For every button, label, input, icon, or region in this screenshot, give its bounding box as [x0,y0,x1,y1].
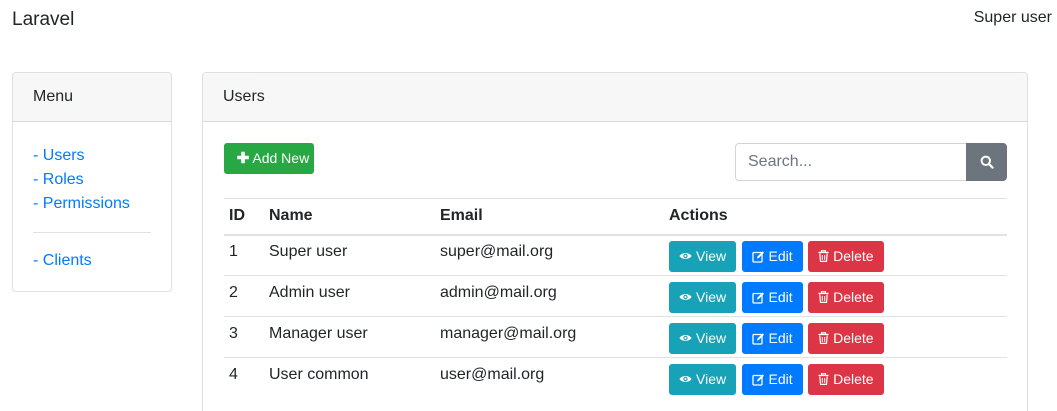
menu-link-users[interactable]: - Users [33,144,151,168]
cell-name: Super user [264,234,435,276]
view-label: View [696,371,727,388]
header-name: Name [264,198,435,236]
menu-divider [33,232,151,233]
view-button[interactable]: View [669,322,737,354]
edit-button[interactable]: Edit [741,240,803,272]
edit-button[interactable]: Edit [741,281,803,313]
search-button[interactable] [966,143,1007,181]
cell-email: super@mail.org [435,234,664,276]
trash-icon [818,373,829,386]
header-actions: Actions [664,198,1007,236]
table-header-row: ID Name Email Actions [224,198,1007,236]
eye-icon [679,253,692,260]
menu-body: - Users - Roles - Permissions - Clients [13,122,171,273]
cell-name: Admin user [264,275,435,317]
view-button[interactable]: View [669,363,737,395]
cell-id: 2 [224,275,264,317]
eye-icon [679,294,692,300]
view-label: View [696,289,727,305]
trash-icon [818,250,829,263]
delete-button[interactable]: Delete [808,363,884,395]
app-brand[interactable]: Laravel [12,9,74,31]
cell-actions: View Edit Delete [664,275,1007,317]
header-email: Email [435,198,664,236]
view-label: View [696,248,727,265]
menu-card: Menu - Users - Roles - Permissions - Cli… [12,72,172,292]
search-group [735,143,1007,181]
table-row: 4 User common user@mail.org View Edit De… [224,358,1007,399]
menu-link-permissions[interactable]: - Permissions [33,192,151,216]
users-table: ID Name Email Actions 1 Super user super… [224,198,1007,399]
cell-id: 4 [229,366,238,384]
edit-icon [751,374,764,386]
view-label: View [696,330,727,346]
cell-id: 1 [224,234,264,276]
eye-icon [679,376,692,383]
edit-icon [751,251,764,263]
cell-name: Manager user [264,316,435,358]
delete-button[interactable]: Delete [808,281,884,313]
delete-label: Delete [833,371,874,388]
search-icon [980,155,994,169]
table-row: 1 Super user super@mail.org View Edit De… [224,234,1007,276]
add-new-label: Add New [252,150,310,166]
edit-label: Edit [768,371,793,388]
trash-icon [818,291,829,303]
view-button[interactable]: View [669,281,737,313]
edit-label: Edit [768,289,793,305]
add-new-button[interactable]: ✚ Add New [224,143,314,174]
users-card: Users ✚Add New ID Name Email Actions 1 S… [202,72,1028,411]
delete-label: Delete [833,330,874,346]
cell-email: user@mail.org [440,366,545,384]
search-input[interactable] [735,143,966,181]
cell-name: User common [269,366,369,384]
edit-button[interactable]: Edit [741,363,803,395]
view-button[interactable]: View [669,240,737,272]
edit-button[interactable]: Edit [741,322,803,354]
edit-icon [751,332,764,345]
cell-actions: View Edit Delete [664,358,1007,399]
cell-actions: View Edit Delete [664,316,1007,358]
delete-button[interactable]: Delete [808,240,884,272]
delete-label: Delete [833,289,874,305]
delete-label: Delete [833,248,874,265]
cell-email: admin@mail.org [435,275,664,317]
header-id: ID [224,198,264,236]
table-row: 2 Admin user admin@mail.org View Edit De… [224,275,1007,317]
menu-link-roles[interactable]: - Roles [33,168,151,192]
table-row: 3 Manager user manager@mail.org View Edi… [224,316,1007,358]
current-user-name[interactable]: Super user [974,9,1052,27]
menu-card-title: Menu [13,73,171,122]
edit-label: Edit [768,248,793,265]
edit-icon [751,291,764,304]
edit-label: Edit [768,330,793,346]
cell-id: 3 [224,316,264,358]
plus-icon: ✚ [236,150,250,167]
menu-link-clients[interactable]: - Clients [33,249,151,273]
eye-icon [679,335,692,341]
users-card-title: Users [203,73,1027,122]
delete-button[interactable]: Delete [808,322,884,354]
cell-actions: View Edit Delete [664,234,1007,276]
trash-icon [818,332,829,344]
cell-email: manager@mail.org [435,316,664,358]
